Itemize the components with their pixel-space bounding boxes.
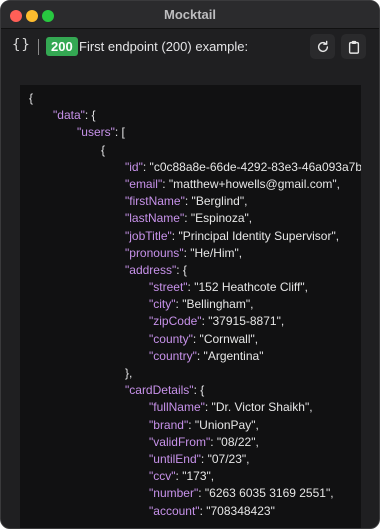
json-value: Dr. Victor Shaikh — [215, 400, 305, 415]
json-key: ccv — [153, 469, 172, 484]
json-key: county — [153, 331, 189, 346]
json-value: 37915-8871 — [212, 314, 277, 329]
json-key: id — [129, 159, 139, 174]
code-line: "number": "6263 6035 3169 2551", — [149, 486, 334, 501]
code-line: "lastName": "Espinoza", — [125, 211, 253, 226]
app-window: Mocktail {} 200 First endpoint (200) exa… — [0, 0, 380, 529]
json-key: email — [129, 176, 158, 191]
code-line: "email": "matthew+howells@gmail.com", — [125, 176, 340, 191]
json-key: validFrom — [153, 434, 206, 449]
code-line: "address": { — [125, 262, 187, 277]
code-line: }, — [29, 365, 361, 382]
json-key: zipCode — [153, 314, 198, 329]
json-key: firstName — [129, 194, 181, 209]
json-value: Cornwall — [203, 331, 251, 346]
code-line: "account": "708348423" — [149, 503, 275, 518]
code-line: "zipCode": "37915-8871", — [149, 314, 285, 329]
code-line: "pronouns": "He/Him", — [125, 245, 243, 260]
code-line: "fullName": "Dr. Victor Shaikh", — [149, 400, 313, 415]
json-value: c0c88a8e-66de-4292-83e3-46a093a7be — [153, 159, 361, 174]
code-line: "firstName": "Berglind", — [125, 194, 248, 209]
code-line: "brand": "UnionPay", — [149, 417, 259, 432]
code-line: "country": "Argentina" — [149, 348, 264, 363]
code-line: "county": "Cornwall", — [149, 331, 259, 346]
toolbar: {} 200 First endpoint (200) example: — [1, 29, 379, 65]
refresh-icon — [317, 40, 328, 52]
code-line: { — [29, 142, 361, 159]
json-value: 08/22 — [221, 434, 252, 449]
json-value: Bellingham — [186, 297, 246, 312]
code-line: { — [29, 90, 361, 107]
json-value: Espinoza — [195, 211, 245, 226]
window-title: Mocktail — [163, 7, 216, 22]
json-key: pronouns — [129, 245, 180, 260]
endpoint-title: First endpoint (200) example: — [79, 39, 249, 54]
json-key: city — [153, 297, 172, 312]
json-punctuation: : { — [193, 383, 205, 398]
code-line: "cardDetails": { — [125, 383, 205, 398]
braces-icon: {} — [12, 37, 31, 53]
code-line: "untilEnd": "07/23", — [149, 451, 250, 466]
code-line: "validFrom": "08/22", — [149, 434, 259, 449]
json-value: matthew+howells@gmail.com — [173, 176, 333, 191]
json-value: Berglind — [195, 194, 240, 209]
refresh-button[interactable] — [310, 34, 335, 59]
status-code-badge: 200 — [46, 37, 78, 56]
copy-button[interactable] — [341, 34, 366, 59]
json-key: number — [153, 486, 194, 501]
code-line: "ccv": "173", — [149, 469, 215, 484]
json-value: Principal Identity Supervisor — [182, 228, 332, 243]
json-value: He/Him — [194, 245, 235, 260]
json-value: UnionPay — [199, 417, 252, 432]
json-value: 708348423 — [210, 503, 271, 518]
code-line: "data": { — [53, 108, 96, 123]
json-value: 152 Heathcote Cliff — [198, 280, 301, 295]
clipboard-icon — [348, 40, 359, 54]
json-key: users — [81, 125, 111, 140]
code-line: "users": [ — [77, 125, 125, 140]
toolbar-divider — [38, 39, 39, 55]
title-bar[interactable]: Mocktail — [1, 1, 379, 29]
json-key: lastName — [129, 211, 180, 226]
json-key: brand — [153, 417, 184, 432]
code-line: "id": "c0c88a8e-66de-4292-83e3-46a093a7b… — [29, 159, 361, 176]
json-value: 6263 6035 3169 2551 — [209, 486, 326, 501]
json-punctuation: { — [29, 91, 34, 105]
json-response-panel[interactable]: { "data": { "users": [ { "id": "c0c88a8e-66d… — [20, 85, 361, 528]
json-value: 173 — [186, 469, 207, 484]
json-key: cardDetails — [129, 383, 190, 398]
json-key: jobTitle — [129, 228, 168, 243]
json-value: Argentina — [207, 348, 260, 363]
json-punctuation: { — [101, 142, 106, 157]
json-punctuation: : [ — [114, 125, 125, 140]
json-key: street — [153, 280, 184, 295]
json-punctuation: : { — [176, 262, 187, 277]
json-key: data — [57, 108, 81, 123]
json-key: account — [153, 503, 196, 518]
json-punctuation: : { — [84, 108, 96, 123]
json-key: country — [153, 348, 193, 363]
code-line: "street": "152 Heathcote Cliff", — [149, 280, 308, 295]
json-code: { "data": { "users": [ { "id": "c0c88a8e-66d… — [29, 90, 361, 520]
code-line: "jobTitle": "Principal Identity Supervis… — [125, 228, 340, 243]
code-line: "city": "Bellingham", — [149, 297, 254, 312]
json-punctuation: }, — [125, 366, 133, 380]
json-key: address — [129, 262, 172, 277]
json-key: fullName — [153, 400, 201, 415]
json-value: 07/23 — [211, 451, 242, 466]
json-key: untilEnd — [153, 451, 197, 466]
